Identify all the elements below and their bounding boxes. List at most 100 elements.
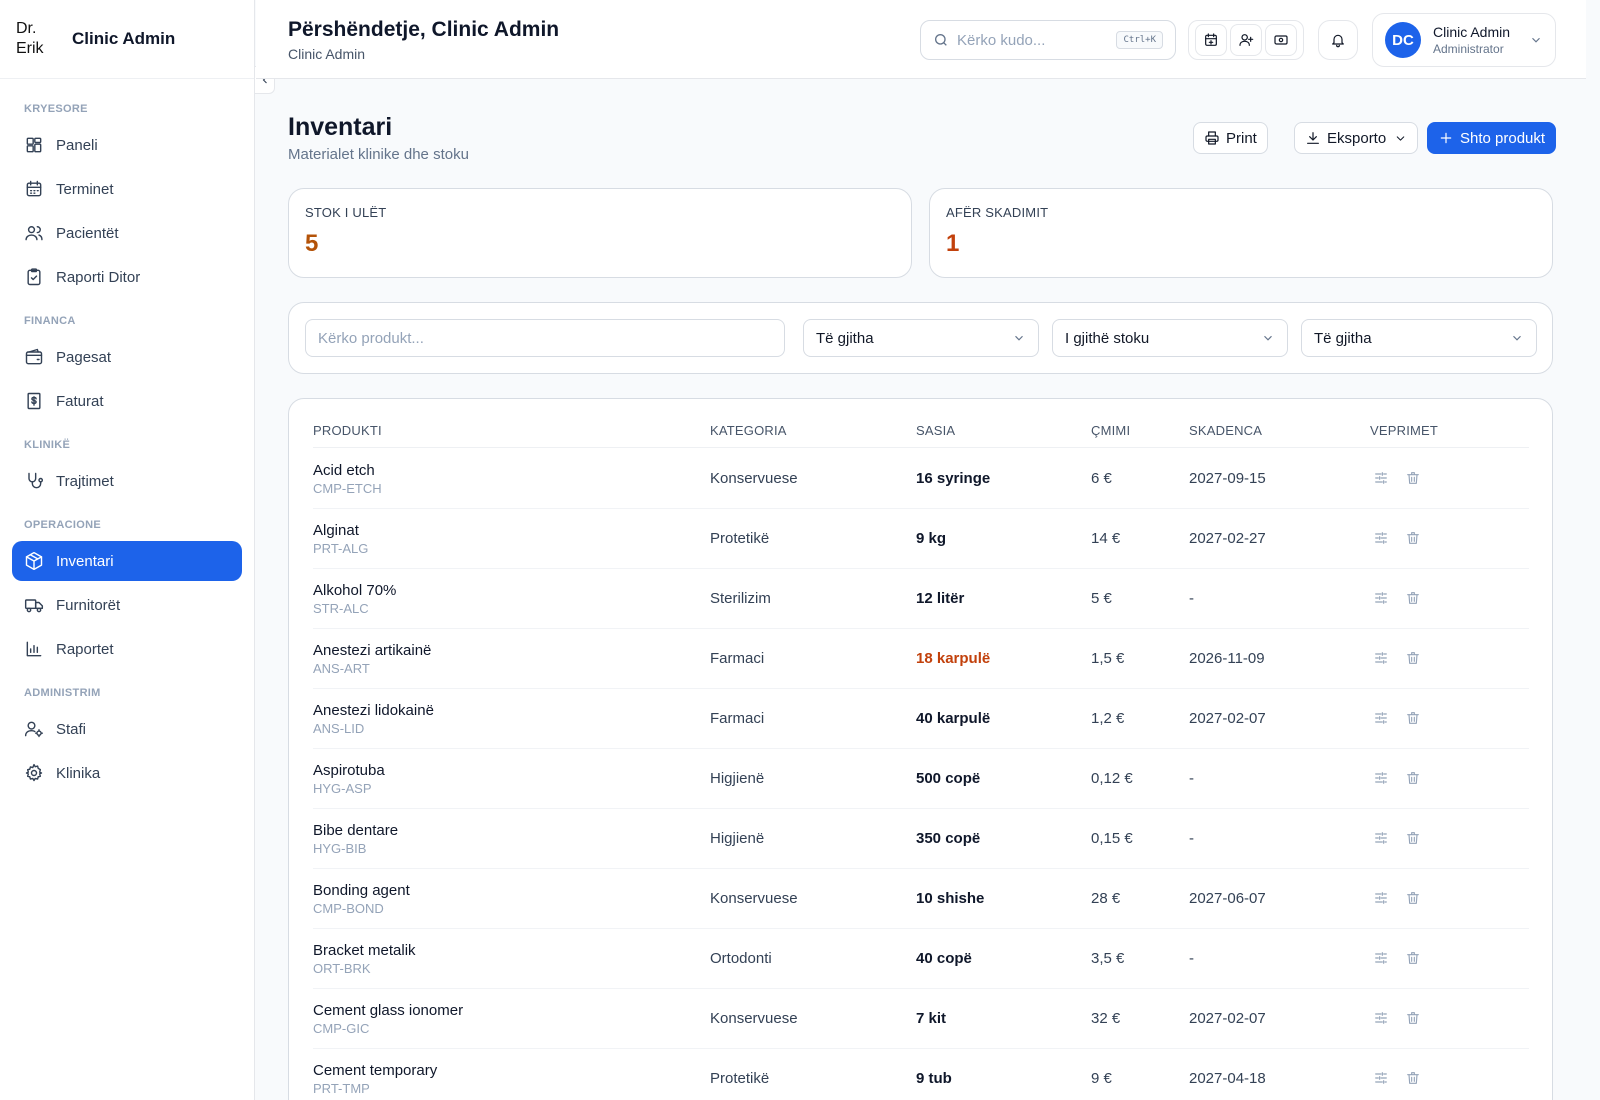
chart-icon: [26, 641, 42, 657]
table-row[interactable]: Cement temporary PRT-TMP Protetikë 9 tub…: [313, 1048, 1529, 1100]
sidebar-item-truck[interactable]: Furnitorët: [12, 585, 242, 625]
global-search-input[interactable]: Kërko kudo... Ctrl+K: [920, 20, 1176, 60]
delete-product-button[interactable]: [1405, 590, 1423, 608]
product-expiry: -: [1189, 590, 1194, 607]
trash-icon: [1407, 532, 1419, 544]
column-expiry[interactable]: SKADENCA: [1189, 423, 1262, 438]
print-button[interactable]: Print: [1193, 122, 1268, 154]
sidebar-item-package[interactable]: Inventari: [12, 541, 242, 581]
sliders-icon: [1375, 532, 1387, 544]
table-row[interactable]: Anestezi artikainë ANS-ART Farmaci 18 ka…: [313, 628, 1529, 689]
sidebar-item-user-cog[interactable]: Stafi: [12, 709, 242, 749]
trash-icon: [1407, 472, 1419, 484]
delete-product-button[interactable]: [1405, 1070, 1423, 1088]
column-category[interactable]: KATEGORIA: [710, 423, 787, 438]
table-row[interactable]: Alginat PRT-ALG Protetikë 9 kg 14 € 2027…: [313, 508, 1529, 569]
new-payment-button[interactable]: [1265, 24, 1298, 56]
adjust-stock-button[interactable]: [1373, 1070, 1391, 1088]
table-row[interactable]: Anestezi lidokainë ANS-LID Farmaci 40 ka…: [313, 688, 1529, 749]
table-row[interactable]: Bibe dentare HYG-BIB Higjienë 350 copë 0…: [313, 808, 1529, 869]
delete-product-button[interactable]: [1405, 1010, 1423, 1028]
table-row[interactable]: Acid etch CMP-ETCH Konservuese 16 syring…: [313, 448, 1529, 509]
product-quantity: 10 shishe: [916, 890, 985, 907]
product-code: HYG-BIB: [313, 841, 367, 856]
product-expiry: 2027-04-18: [1189, 1070, 1266, 1087]
sidebar-item-calendar[interactable]: Terminet: [12, 169, 242, 209]
expiry-select[interactable]: Të gjitha: [1301, 319, 1537, 357]
product-category: Higjienë: [710, 830, 765, 847]
sidebar-item-label: Paneli: [56, 136, 98, 154]
low-stock-value: 5: [305, 230, 319, 257]
low-stock-card[interactable]: STOK I ULËT 5: [288, 188, 912, 278]
table-row[interactable]: Aspirotuba HYG-ASP Higjienë 500 copë 0,1…: [313, 748, 1529, 809]
table-row[interactable]: Alkohol 70% STR-ALC Sterilizim 12 litër …: [313, 568, 1529, 629]
adjust-stock-button[interactable]: [1373, 530, 1391, 548]
table-row[interactable]: Cement glass ionomer CMP-GIC Konservuese…: [313, 988, 1529, 1049]
adjust-stock-button[interactable]: [1373, 1010, 1391, 1028]
printer-icon: [1205, 131, 1219, 145]
chevron-down-icon: [1264, 335, 1272, 341]
product-category: Farmaci: [710, 650, 765, 667]
top-header: Përshëndetje, Clinic Admin Clinic Admin …: [256, 0, 1586, 79]
sidebar-item-label: Klinika: [56, 764, 101, 782]
add-product-button[interactable]: Shto produkt: [1427, 122, 1557, 154]
nav-section-operacione: OPERACIONE: [24, 519, 101, 531]
adjust-stock-button[interactable]: [1373, 650, 1391, 668]
adjust-stock-button[interactable]: [1373, 770, 1391, 788]
adjust-stock-button[interactable]: [1373, 830, 1391, 848]
calendar-icon: [26, 180, 42, 197]
delete-product-button[interactable]: [1405, 950, 1423, 968]
column-price[interactable]: ÇMIMI: [1091, 423, 1130, 438]
table-row[interactable]: Bonding agent CMP-BOND Konservuese 10 sh…: [313, 868, 1529, 929]
sidebar-item-wallet[interactable]: Pagesat: [12, 337, 242, 377]
delete-product-button[interactable]: [1405, 650, 1423, 668]
inventory-table: PRODUKTI KATEGORIA SASIA ÇMIMI SKADENCA …: [288, 398, 1553, 1100]
table-row[interactable]: Bracket metalik ORT-BRK Ortodonti 40 cop…: [313, 928, 1529, 989]
new-appointment-button[interactable]: [1194, 24, 1227, 56]
low-stock-label: STOK I ULËT: [305, 205, 387, 220]
adjust-stock-button[interactable]: [1373, 890, 1391, 908]
adjust-stock-button[interactable]: [1373, 470, 1391, 488]
sidebar-item-chart[interactable]: Raportet: [12, 629, 242, 669]
global-search-placeholder: Kërko kudo...: [957, 31, 1046, 49]
delete-product-button[interactable]: [1405, 710, 1423, 728]
export-button[interactable]: Eksporto: [1294, 122, 1419, 154]
product-expiry: 2027-02-07: [1189, 710, 1266, 727]
category-select[interactable]: Të gjitha: [803, 319, 1039, 357]
column-product[interactable]: PRODUKTI: [313, 423, 382, 438]
product-code: PRT-ALG: [313, 541, 369, 556]
sidebar-item-users[interactable]: Pacientët: [12, 213, 242, 253]
delete-product-button[interactable]: [1405, 530, 1423, 548]
sidebar-item-dashboard[interactable]: Paneli: [12, 125, 242, 165]
notifications-button[interactable]: [1318, 20, 1358, 60]
sidebar-item-label: Trajtimet: [56, 472, 114, 490]
delete-product-button[interactable]: [1405, 830, 1423, 848]
near-expiry-card[interactable]: AFËR SKADIMIT 1: [929, 188, 1553, 278]
adjust-stock-button[interactable]: [1373, 950, 1391, 968]
sidebar-item-gear[interactable]: Klinika: [12, 753, 242, 793]
product-category: Konservuese: [710, 1010, 798, 1027]
delete-product-button[interactable]: [1405, 770, 1423, 788]
sliders-icon: [1375, 1012, 1387, 1024]
adjust-stock-button[interactable]: [1373, 590, 1391, 608]
adjust-stock-button[interactable]: [1373, 710, 1391, 728]
product-category: Konservuese: [710, 470, 798, 487]
product-price: 3,5 €: [1091, 950, 1125, 967]
stock-select[interactable]: I gjithë stoku: [1052, 319, 1288, 357]
search-shortcut-badge: Ctrl+K: [1116, 31, 1163, 49]
product-price: 6 €: [1091, 470, 1112, 487]
product-search-input[interactable]: Kërko produkt...: [305, 319, 785, 357]
delete-product-button[interactable]: [1405, 890, 1423, 908]
nav-section-financa: FINANCA: [24, 315, 76, 327]
product-price: 1,5 €: [1091, 650, 1125, 667]
new-patient-button[interactable]: [1229, 24, 1262, 56]
product-price: 0,15 €: [1091, 830, 1133, 847]
sidebar-item-clipboard[interactable]: Raporti Ditor: [12, 257, 242, 297]
sidebar-item-invoice[interactable]: Faturat: [12, 381, 242, 421]
sidebar-item-stethoscope[interactable]: Trajtimet: [12, 461, 242, 501]
column-quantity[interactable]: SASIA: [916, 423, 955, 438]
delete-product-button[interactable]: [1405, 470, 1423, 488]
user-menu[interactable]: DC Clinic Admin Administrator: [1372, 13, 1556, 67]
chevron-down-icon: [1015, 335, 1023, 341]
sidebar-item-label: Raportet: [56, 640, 114, 658]
